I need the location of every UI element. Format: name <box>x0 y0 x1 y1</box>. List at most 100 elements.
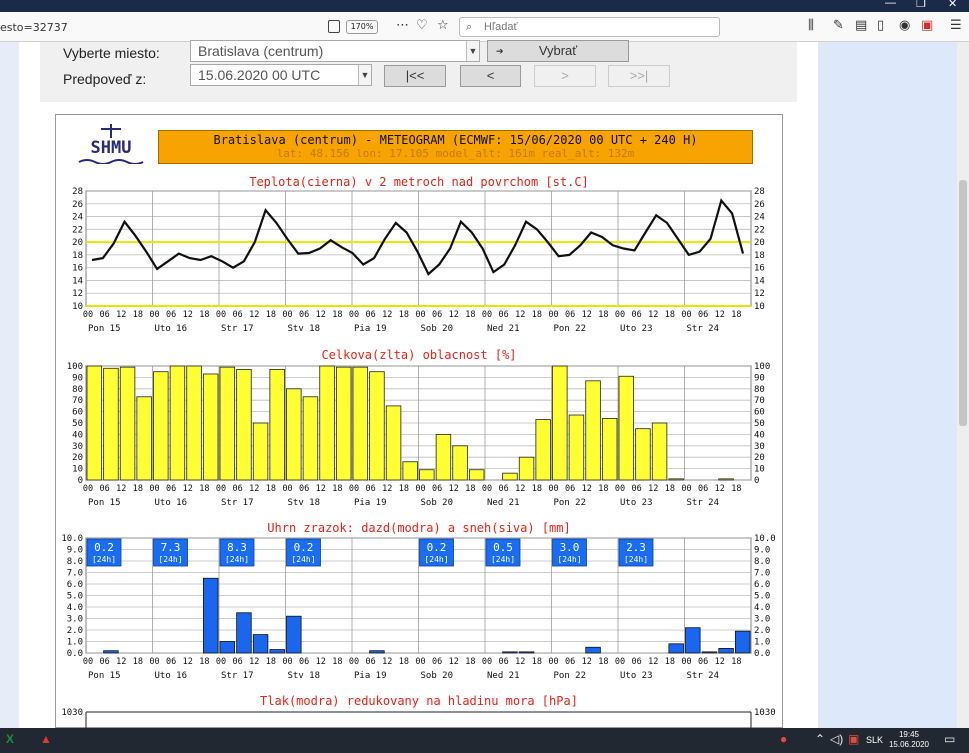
y-tick-label: 14 <box>72 276 83 286</box>
scrollbar[interactable] <box>957 42 969 728</box>
x-tick-label: 00 <box>681 484 691 494</box>
precip-bar <box>668 643 684 654</box>
language-indicator[interactable]: SLK <box>866 735 883 745</box>
pen-icon[interactable]: ✎ <box>833 18 844 33</box>
library-icon[interactable]: ⫼ <box>808 18 814 33</box>
cloud-bar <box>452 445 468 481</box>
url-text[interactable]: esto=32737 <box>0 21 68 34</box>
addon-icon[interactable]: ▣ <box>921 18 933 33</box>
y-tick-label: 1030 <box>61 708 83 718</box>
x-tick-label: 06 <box>632 310 642 320</box>
y-tick-label: 20 <box>754 238 765 248</box>
reader-view-icon[interactable] <box>328 20 340 33</box>
x-tick-label: 18 <box>598 310 608 320</box>
x-tick-label: 06 <box>565 657 575 667</box>
minimize-icon[interactable]: — <box>885 0 896 9</box>
bookmark-star-icon[interactable]: ☆ <box>437 18 449 33</box>
x-tick-label: 00 <box>482 310 492 320</box>
sidebar-icon[interactable]: ▯ <box>877 18 884 33</box>
y-tick-label: 5.0 <box>754 592 770 602</box>
daily-total-label: [24h] <box>92 555 116 564</box>
clock[interactable]: 19:45 15.06.2020 <box>884 730 934 750</box>
y-tick-label: 70 <box>72 396 83 406</box>
account-icon[interactable]: ◉ <box>899 18 910 33</box>
x-tick-label: 18 <box>199 657 209 667</box>
day-label: Sob 20 <box>421 498 454 508</box>
x-tick-label: 06 <box>166 310 176 320</box>
x-tick-label: 06 <box>233 484 243 494</box>
x-tick-label: 18 <box>532 484 542 494</box>
y-tick-label: 80 <box>754 385 765 395</box>
x-tick-label: 06 <box>698 484 708 494</box>
restore-icon[interactable]: ❐ <box>916 0 926 10</box>
x-tick-label: 12 <box>249 484 259 494</box>
day-label: Str 17 <box>221 324 254 334</box>
cloud-bar <box>635 428 651 481</box>
location-select[interactable]: Bratislava (centrum) ▼ <box>190 40 480 62</box>
reader-list-icon[interactable]: ▤ <box>855 18 867 33</box>
forecast-select[interactable]: 15.06.2020 00 UTC ▼ <box>190 64 372 86</box>
y-tick-label: 14 <box>754 276 765 286</box>
x-tick-label: 12 <box>449 657 459 667</box>
close-window-icon[interactable]: ✕ <box>948 0 957 10</box>
cloud-bar <box>136 396 152 481</box>
svg-text:SHMU: SHMU <box>91 138 132 158</box>
y-tick-label: 3.0 <box>754 615 770 625</box>
y-tick-label: 30 <box>72 442 83 452</box>
search-placeholder: Hľadať <box>484 21 518 33</box>
y-tick-label: 28 <box>754 187 765 197</box>
last-button[interactable]: >>| <box>608 65 670 87</box>
menu-icon[interactable]: ☰ <box>950 18 962 33</box>
daily-total-value: 2.3 <box>626 541 646 554</box>
x-tick-label: 06 <box>432 310 442 320</box>
y-tick-label: 30 <box>754 442 765 452</box>
precip-title: Uhrn zrazok: dazd(modra) a sneh(siva) [m… <box>267 521 571 535</box>
x-tick-label: 12 <box>515 657 525 667</box>
app-tray-icon[interactable]: ● <box>780 732 787 746</box>
chevron-up-icon[interactable]: ⌃ <box>815 732 825 746</box>
x-tick-label: 12 <box>316 657 326 667</box>
zoom-level-badge[interactable]: 170% <box>346 20 378 34</box>
security-icon[interactable]: ▣ <box>848 732 859 746</box>
next-button[interactable]: > <box>534 65 596 87</box>
page-actions-icon[interactable]: ⋯ <box>396 18 409 33</box>
day-label: Str 24 <box>687 498 720 508</box>
y-tick-label: 10 <box>72 302 83 312</box>
y-tick-label: 7.0 <box>67 569 83 579</box>
y-tick-label: 8.0 <box>754 557 770 567</box>
pocket-icon[interactable]: ♡ <box>416 18 428 33</box>
day-label: Ned 21 <box>487 671 520 681</box>
scrollbar-thumb[interactable] <box>959 180 967 426</box>
previous-button[interactable]: < <box>460 65 521 87</box>
cloud-bar <box>219 366 236 481</box>
x-tick-label: 12 <box>183 657 193 667</box>
search-box[interactable]: ⌕ Hľadať <box>459 17 720 37</box>
x-tick-label: 00 <box>482 657 492 667</box>
x-tick-label: 18 <box>332 484 342 494</box>
cloud-bar <box>103 367 119 481</box>
precip-bar <box>734 630 751 654</box>
y-tick-label: 6.0 <box>754 580 770 590</box>
y-tick-label: 22 <box>72 225 83 235</box>
x-tick-label: 00 <box>216 484 226 494</box>
y-tick-label: 5.0 <box>67 592 83 602</box>
day-label: Pia 19 <box>354 324 387 334</box>
cloud-bar <box>252 422 269 481</box>
select-button[interactable]: ➔ Vybrať <box>487 40 629 62</box>
cloud-bar <box>352 366 369 481</box>
x-tick-label: 18 <box>133 484 143 494</box>
location-label: Vyberte miesto: <box>63 45 160 61</box>
x-tick-label: 12 <box>648 484 658 494</box>
y-tick-label: 24 <box>754 213 765 223</box>
pdf-icon[interactable]: ▲ <box>40 732 52 746</box>
volume-icon[interactable]: ◁) <box>830 732 843 746</box>
excel-icon[interactable]: X <box>6 732 14 746</box>
chevron-down-icon: ▼ <box>358 65 371 85</box>
day-label: Stv 18 <box>288 671 321 681</box>
x-tick-label: 18 <box>598 484 608 494</box>
first-button[interactable]: |<< <box>384 65 446 87</box>
y-tick-label: 40 <box>754 430 765 440</box>
x-tick-label: 00 <box>615 310 625 320</box>
x-tick-label: 12 <box>183 310 193 320</box>
notifications-icon[interactable]: ▭ <box>944 732 955 746</box>
